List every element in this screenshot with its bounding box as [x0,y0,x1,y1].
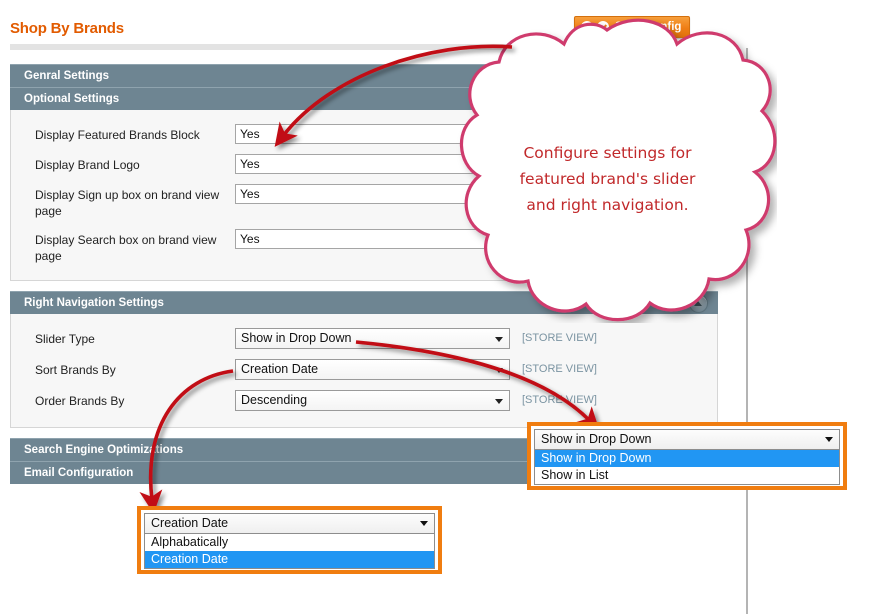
slider-type-value: Show in Drop Down [241,331,352,345]
sort-brands-popup-display[interactable]: Creation Date [145,514,434,534]
slider-type-popup-display[interactable]: Show in Drop Down [535,430,839,450]
chevron-down-icon [420,521,428,526]
field-row: Display Sign up box on brand view page [11,184,717,219]
option-creation-date[interactable]: Creation Date [145,551,434,568]
sort-brands-by-select[interactable]: Creation Date [235,359,510,380]
scroll-rail[interactable] [746,48,748,614]
popup-inner: Creation Date Alphabatically Creation Da… [144,513,435,569]
option-alphabatically[interactable]: Alphabatically [145,534,434,551]
scope-label: [STORE VIEW] [522,332,597,344]
config-panel: Genral Settings Optional Settings Displa… [10,64,718,484]
section-title-optional: Optional Settings [24,93,120,105]
save-config-button[interactable]: Save Config [574,16,691,38]
page-title: Shop By Brands [10,20,124,37]
field-row: Order Brands By Descending [STORE VIEW] [11,390,717,411]
chevron-down-icon [495,399,503,404]
chevron-down-icon [495,368,503,373]
chevron-down-icon [825,437,833,442]
slider-type-dropdown-popup[interactable]: Show in Drop Down Show in Drop Down Show… [527,422,847,490]
sort-brands-by-dropdown-popup[interactable]: Creation Date Alphabatically Creation Da… [137,506,442,574]
field-label: Display Featured Brands Block [35,128,200,142]
field-row: Sort Brands By Creation Date [STORE VIEW… [11,359,717,380]
check-circle-icon [581,21,593,33]
section-header-right-navigation[interactable]: Right Navigation Settings [10,291,718,314]
section-body-optional: Display Featured Brands Block Display Br… [10,110,718,281]
field-label: Display Sign up box on brand view page [35,188,220,218]
field-row: Display Brand Logo [11,154,717,174]
section-body-right-navigation: Slider Type Show in Drop Down [STORE VIE… [10,314,718,428]
section-header-optional[interactable]: Optional Settings [10,87,718,110]
slider-type-select[interactable]: Show in Drop Down [235,328,510,349]
field-label: Order Brands By [35,394,125,408]
section-title-seo: Search Engine Optimizations [24,444,184,456]
popup-inner: Show in Drop Down Show in Drop Down Show… [534,429,840,485]
option-show-in-drop-down[interactable]: Show in Drop Down [535,450,839,467]
field-row: Display Search box on brand view page [11,229,717,264]
field-row: Display Featured Brands Block [11,124,717,144]
display-search-box-input[interactable] [235,229,510,249]
section-header-general[interactable]: Genral Settings [10,64,718,87]
screenshot-root: Shop By Brands Save Config Genral Settin… [0,0,882,614]
section-title-email: Email Configuration [24,467,134,479]
display-brand-logo-input[interactable] [235,154,510,174]
slider-type-popup-value: Show in Drop Down [541,432,652,446]
chevron-down-icon [495,337,503,342]
order-brands-by-value: Descending [241,393,308,407]
sort-brands-popup-value: Creation Date [151,516,229,530]
display-featured-brands-block-input[interactable] [235,124,510,144]
save-config-label: Save Config [615,21,682,33]
order-brands-by-select[interactable]: Descending [235,390,510,411]
check-circle-icon [597,21,609,33]
field-label: Display Search box on brand view page [35,233,217,263]
display-signup-box-input[interactable] [235,184,510,204]
option-show-in-list[interactable]: Show in List [535,467,839,484]
section-title-right-navigation: Right Navigation Settings [24,297,164,309]
field-label: Sort Brands By [35,363,116,377]
section-title-general: Genral Settings [24,70,109,82]
title-divider [10,44,718,50]
field-label: Slider Type [35,332,95,346]
sort-brands-by-value: Creation Date [241,362,319,376]
scope-label: [STORE VIEW] [522,363,597,375]
field-label: Display Brand Logo [35,158,140,172]
field-row: Slider Type Show in Drop Down [STORE VIE… [11,328,717,349]
scope-label: [STORE VIEW] [522,394,597,406]
collapse-up-icon[interactable] [689,294,708,313]
